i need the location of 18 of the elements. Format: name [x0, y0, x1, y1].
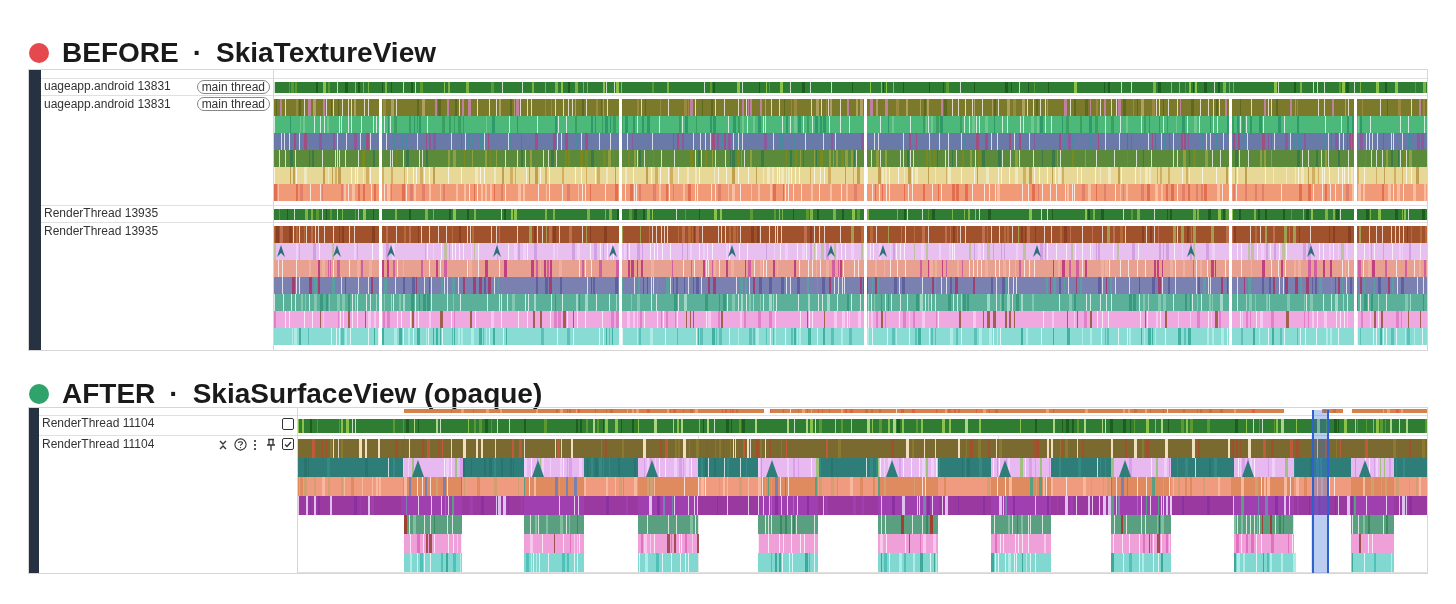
pin-icon[interactable] — [266, 438, 276, 451]
section-title: AFTER — [62, 377, 156, 411]
collapse-icon[interactable] — [218, 438, 228, 451]
track-name: uageapp.android 13831 — [44, 97, 172, 112]
section-subtitle: SkiaSurfaceView (opaque) — [192, 377, 543, 411]
title-separator: · — [192, 36, 202, 70]
track-name: RenderThread 13935 — [44, 206, 160, 221]
track-name: uageapp.android 13831 — [44, 79, 172, 94]
track-checkbox[interactable] — [282, 438, 294, 450]
more-icon[interactable] — [253, 438, 257, 451]
track-checkbox[interactable] — [282, 418, 294, 430]
help-icon[interactable] — [234, 438, 247, 451]
section-subtitle: SkiaTextureView — [216, 36, 436, 70]
track-name: RenderThread 11104 — [42, 416, 156, 431]
section-title: BEFORE — [62, 36, 179, 70]
track-name: RenderThread 11104 — [42, 437, 156, 452]
track-name: RenderThread 13935 — [44, 224, 160, 239]
title-separator: · — [169, 377, 179, 411]
